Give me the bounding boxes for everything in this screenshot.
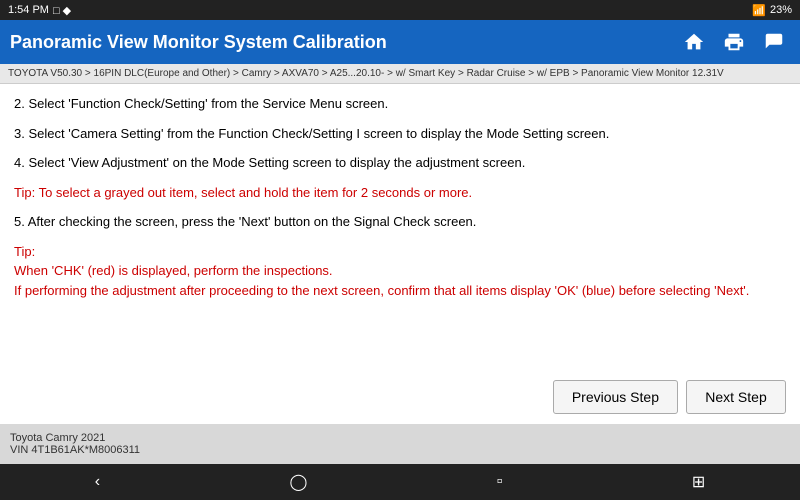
step-3-text: Select 'Camera Setting' from the Functio… — [28, 126, 609, 141]
step-4-text: Select 'View Adjustment' on the Mode Set… — [28, 155, 525, 170]
tip-4-text: Tip: To select a grayed out item, select… — [14, 185, 472, 200]
step-2-number: 2. — [14, 96, 28, 111]
step-2: 2. Select 'Function Check/Setting' from … — [14, 94, 786, 114]
status-bar: 1:54 PM □ ◆ 📶 23% — [0, 0, 800, 20]
step-4-number: 4. — [14, 155, 28, 170]
bluetooth-icon: 📶 — [752, 4, 766, 17]
apps-nav-button[interactable]: ⊞ — [680, 468, 717, 496]
step-5: 5. After checking the screen, press the … — [14, 212, 786, 232]
footer-line2: VIN 4T1B61AK*M8006311 — [10, 444, 790, 456]
tip-5-line1: Tip:When 'CHK' (red) is displayed, perfo… — [14, 244, 749, 298]
step-5-text: After checking the screen, press the 'Ne… — [28, 214, 477, 229]
previous-step-button[interactable]: Previous Step — [553, 380, 678, 414]
home-button[interactable] — [678, 26, 710, 58]
back-button[interactable]: ‹ — [83, 469, 112, 495]
step-3: 3. Select 'Camera Setting' from the Func… — [14, 124, 786, 144]
step-4: 4. Select 'View Adjustment' on the Mode … — [14, 153, 786, 173]
tip-5: Tip:When 'CHK' (red) is displayed, perfo… — [14, 242, 786, 301]
step-3-number: 3. — [14, 126, 28, 141]
status-bar-right: 📶 23% — [752, 4, 792, 17]
home-nav-button[interactable]: ◯ — [277, 468, 319, 496]
tip-4: Tip: To select a grayed out item, select… — [14, 183, 786, 203]
main-content: 2. Select 'Function Check/Setting' from … — [0, 84, 800, 370]
android-nav-bar: ‹ ◯ ▫ ⊞ — [0, 464, 800, 500]
print-button[interactable] — [718, 26, 750, 58]
footer: Toyota Camry 2021 VIN 4T1B61AK*M8006311 — [0, 424, 800, 464]
button-row: Previous Step Next Step — [0, 370, 800, 424]
android-icons: □ ◆ — [53, 4, 71, 17]
time-display: 1:54 PM — [8, 4, 49, 16]
title-bar: Panoramic View Monitor System Calibratio… — [0, 20, 800, 64]
page-title: Panoramic View Monitor System Calibratio… — [10, 32, 387, 53]
export-button[interactable] — [758, 26, 790, 58]
next-step-button[interactable]: Next Step — [686, 380, 786, 414]
footer-line1: Toyota Camry 2021 — [10, 432, 790, 444]
step-2-text: Select 'Function Check/Setting' from the… — [28, 96, 388, 111]
breadcrumb-text: TOYOTA V50.30 > 16PIN DLC(Europe and Oth… — [8, 68, 724, 79]
title-bar-icons — [678, 26, 790, 58]
breadcrumb: TOYOTA V50.30 > 16PIN DLC(Europe and Oth… — [0, 64, 800, 84]
step-5-number: 5. — [14, 214, 28, 229]
battery-display: 23% — [770, 4, 792, 16]
square-nav-button[interactable]: ▫ — [485, 469, 515, 495]
status-bar-left: 1:54 PM □ ◆ — [8, 4, 71, 17]
